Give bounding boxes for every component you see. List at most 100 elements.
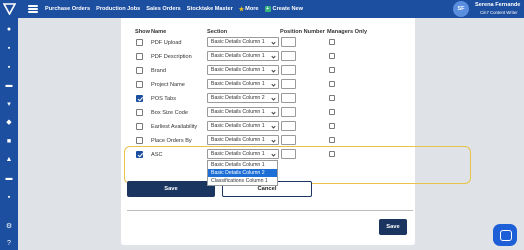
nav-production-jobs[interactable]: Production Jobs (96, 6, 140, 12)
section-select-project-name[interactable]: Basic Details Column 1 (207, 79, 279, 89)
show-checkbox-earliest-availability[interactable] (136, 123, 143, 130)
managers-checkbox-brand[interactable] (329, 67, 335, 73)
managers-checkbox-pdf-upload[interactable] (329, 39, 335, 45)
header-position-number: Position Number (280, 29, 325, 35)
header-name: Name (151, 29, 167, 35)
chevron-down-icon (271, 109, 276, 115)
show-checkbox-pdf-upload[interactable] (136, 39, 143, 46)
header-managers-only: Managers Only (327, 29, 368, 35)
chevron-down-icon (271, 137, 276, 143)
managers-checkbox-place-orders-by[interactable] (329, 137, 335, 143)
field-name-pdf-description: PDF Description (151, 54, 192, 60)
field-name-earliest-availability: Earliest Availability (151, 124, 198, 130)
cart-icon[interactable]: ▾ (5, 101, 13, 108)
folder-icon[interactable]: ▬ (5, 82, 13, 89)
settings-icon[interactable]: ⚙ (5, 223, 13, 230)
section-select-place-orders-by[interactable]: Basic Details Column 1 (207, 135, 279, 145)
top-navigation-bar: Purchase Orders Production Jobs Sales Or… (0, 0, 524, 18)
users-icon[interactable]: ● (5, 26, 13, 33)
nav-stocktake-master[interactable]: Stocktake Master (187, 6, 233, 12)
section-value: Basic Details Column 1 (211, 39, 265, 45)
nav-more[interactable]: ★ More (239, 6, 259, 13)
chevron-down-icon (271, 39, 276, 45)
nav-create-new[interactable]: + Create New (264, 6, 303, 12)
show-checkbox-pdf-description[interactable] (136, 53, 143, 60)
section-select-box-size-code[interactable]: Basic Details Column 1 (207, 107, 279, 117)
nav-purchase-orders[interactable]: Purchase Orders (45, 6, 90, 12)
field-name-pos-tabs: POS Tabs (151, 96, 177, 102)
section-value: Basic Details Column 1 (211, 137, 265, 143)
hamburger-menu-icon[interactable] (28, 5, 38, 13)
help-icon[interactable]: ? (5, 240, 13, 247)
section-value: Basic Details Column 1 (211, 53, 265, 59)
dropdown-option-basic-details-column-1[interactable]: Basic Details Column 1 (208, 161, 277, 169)
field-name-pdf-upload: PDF Upload (151, 40, 182, 46)
star-icon: ★ (238, 6, 245, 13)
dropdown-option-basic-details-column-2[interactable]: Basic Details Column 2 (208, 169, 277, 177)
divider (127, 210, 413, 211)
field-name-brand: Brand (151, 68, 166, 74)
position-input-earliest-availability[interactable] (281, 121, 296, 131)
layers-icon[interactable]: ◆ (5, 119, 13, 126)
box-icon[interactable]: ■ (5, 138, 13, 145)
managers-checkbox-box-size-code[interactable] (329, 109, 335, 115)
field-name-project-name: Project Name (151, 82, 185, 88)
dropdown-option-classifications-column-1[interactable]: Classifications Column 1 (208, 177, 277, 185)
section-value: Basic Details Column 1 (211, 81, 265, 87)
section-value: Basic Details Column 2 (211, 95, 265, 101)
chat-icon[interactable] (493, 224, 517, 246)
show-checkbox-box-size-code[interactable] (136, 109, 143, 116)
user-name[interactable]: Serena Fernande (475, 2, 520, 8)
position-input-asc[interactable] (281, 149, 296, 159)
avatar[interactable]: SF (453, 1, 469, 17)
managers-checkbox-earliest-availability[interactable] (329, 123, 335, 129)
position-input-pdf-description[interactable] (281, 51, 296, 61)
section-select-earliest-availability[interactable]: Basic Details Column 1 (207, 121, 279, 131)
chevron-down-icon (271, 53, 276, 59)
save-button[interactable]: Save (127, 181, 215, 197)
section-value: Basic Details Column 1 (211, 109, 265, 115)
show-checkbox-brand[interactable] (136, 67, 143, 74)
contacts-icon[interactable]: ▪ (5, 45, 13, 52)
position-input-pdf-upload[interactable] (281, 37, 296, 47)
show-checkbox-place-orders-by[interactable] (136, 137, 143, 144)
position-input-box-size-code[interactable] (281, 107, 296, 117)
position-input-pos-tabs[interactable] (281, 93, 296, 103)
inventory-icon[interactable]: ▪ (5, 64, 13, 71)
nav-more-label: More (245, 6, 259, 12)
header-show: Show (135, 29, 150, 35)
managers-checkbox-pos-tabs[interactable] (329, 95, 335, 101)
show-checkbox-project-name[interactable] (136, 81, 143, 88)
position-input-project-name[interactable] (281, 79, 296, 89)
field-name-box-size-code: Box Size Code (151, 110, 189, 116)
section-select-brand[interactable]: Basic Details Column 1 (207, 65, 279, 75)
managers-checkbox-pdf-description[interactable] (329, 53, 335, 59)
managers-checkbox-asc[interactable] (329, 151, 335, 157)
save-bottom-button[interactable]: Save (379, 219, 407, 235)
main-nav: Purchase Orders Production Jobs Sales Or… (45, 0, 309, 18)
chevron-down-icon (271, 151, 276, 157)
position-input-place-orders-by[interactable] (281, 135, 296, 145)
chevron-down-icon (271, 67, 276, 73)
section-dropdown-list: Basic Details Column 1 Basic Details Col… (207, 160, 278, 186)
section-select-pdf-description[interactable]: Basic Details Column 1 (207, 51, 279, 61)
plus-icon: + (264, 6, 271, 12)
chevron-down-icon (271, 95, 276, 101)
show-checkbox-asc[interactable] (136, 151, 143, 158)
cin7-logo-icon[interactable] (3, 3, 16, 15)
position-input-brand[interactable] (281, 65, 296, 75)
section-value: Basic Details Column 1 (211, 67, 265, 73)
show-checkbox-pos-tabs[interactable] (136, 95, 143, 102)
header-section: Section (207, 29, 228, 35)
user-role: Cin7 Content Writer (480, 10, 518, 15)
briefcase-icon[interactable]: ▬ (5, 175, 13, 182)
chevron-down-icon (271, 123, 276, 129)
field-name-place-orders-by: Place Orders By (151, 138, 192, 144)
managers-checkbox-project-name[interactable] (329, 81, 335, 87)
section-select-pdf-upload[interactable]: Basic Details Column 1 (207, 37, 279, 47)
chart-icon[interactable]: ▲ (5, 156, 13, 163)
nav-sales-orders[interactable]: Sales Orders (146, 6, 181, 12)
integrations-icon[interactable]: ▪ (5, 194, 13, 201)
section-select-pos-tabs[interactable]: Basic Details Column 2 (207, 93, 279, 103)
section-select-asc[interactable]: Basic Details Column 1 (207, 149, 279, 159)
